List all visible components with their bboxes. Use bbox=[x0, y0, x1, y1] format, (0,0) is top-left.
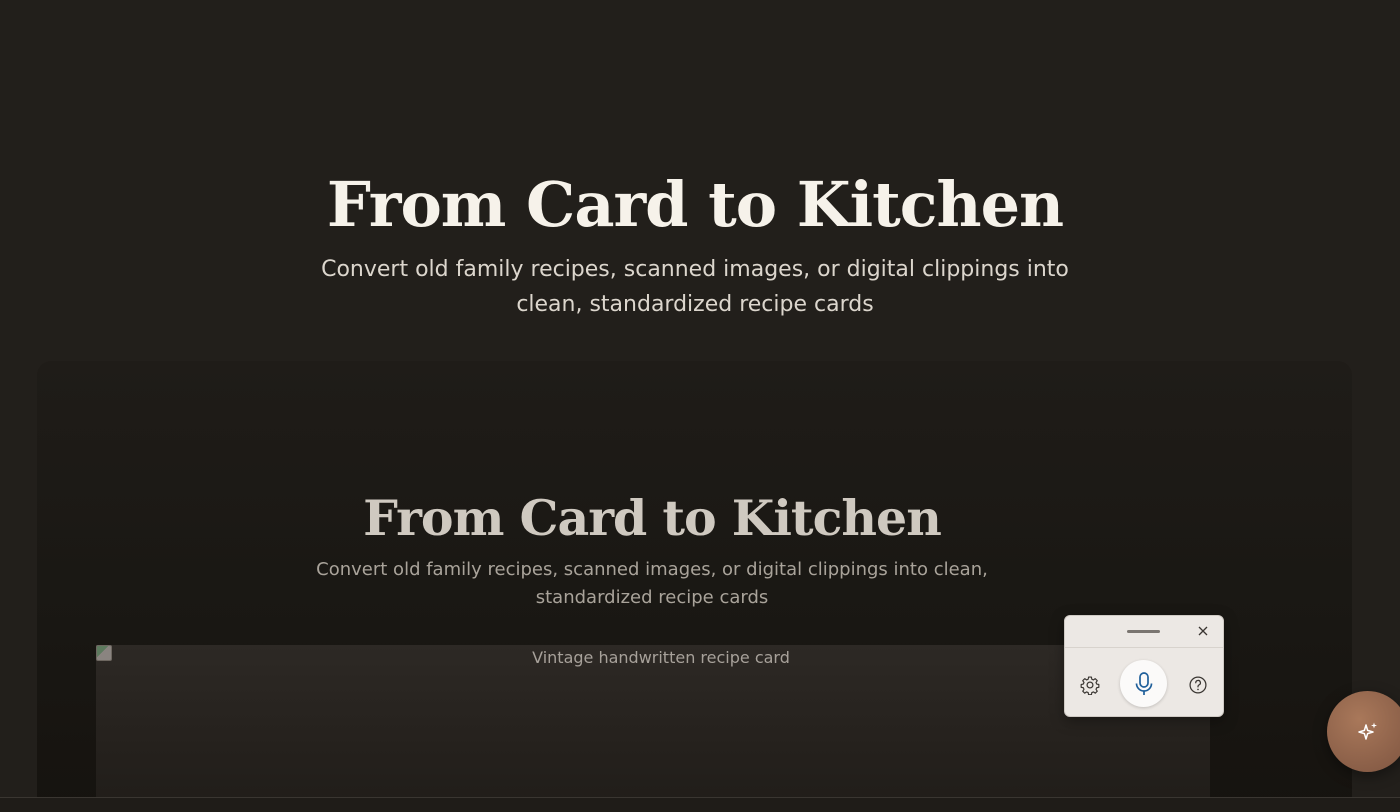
preview-panel: From Card to Kitchen Convert old family … bbox=[37, 361, 1352, 811]
image-alt-text: Vintage handwritten recipe card bbox=[532, 648, 790, 667]
preview-title: From Card to Kitchen bbox=[363, 489, 942, 547]
recipe-card-image: Vintage handwritten recipe card bbox=[96, 645, 1210, 811]
drag-handle[interactable] bbox=[1127, 630, 1160, 633]
close-button[interactable] bbox=[1193, 621, 1213, 641]
hero-title: From Card to Kitchen bbox=[326, 168, 1064, 241]
settings-button[interactable] bbox=[1076, 671, 1104, 699]
ai-assistant-button[interactable] bbox=[1327, 691, 1400, 772]
help-button[interactable] bbox=[1184, 671, 1212, 699]
widget-header[interactable] bbox=[1065, 616, 1223, 648]
voice-widget bbox=[1064, 615, 1224, 717]
close-icon bbox=[1198, 626, 1208, 636]
widget-body bbox=[1065, 648, 1223, 716]
help-circle-icon bbox=[1189, 676, 1207, 694]
gear-icon bbox=[1080, 676, 1100, 695]
microphone-button[interactable] bbox=[1120, 660, 1167, 707]
preview-subtitle: Convert old family recipes, scanned imag… bbox=[316, 559, 988, 608]
sparkle-icon bbox=[1357, 722, 1377, 740]
microphone-icon bbox=[1135, 671, 1152, 695]
bottom-edge bbox=[0, 797, 1400, 812]
hero-subtitle: Convert old family recipes, scanned imag… bbox=[321, 257, 1069, 317]
